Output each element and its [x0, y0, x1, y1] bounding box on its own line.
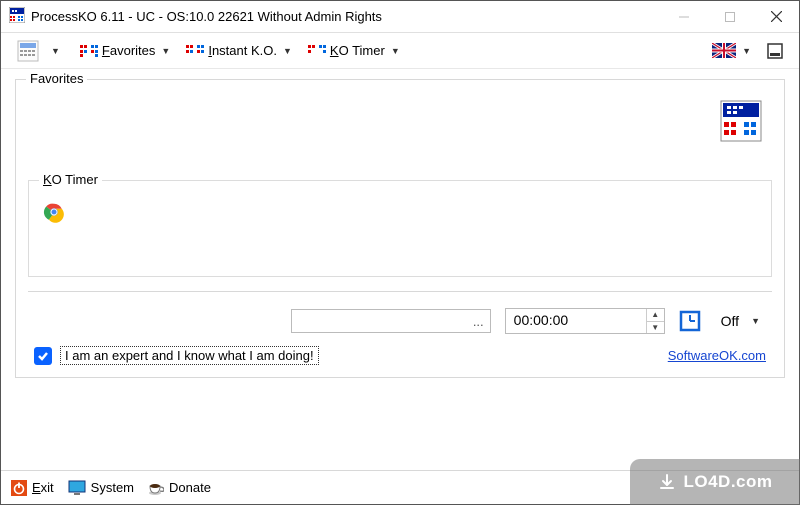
spin-down-button[interactable]: ▼	[647, 322, 664, 334]
ko-timer-label: KO Timer	[330, 43, 385, 58]
window-controls	[661, 1, 799, 33]
timer-controls: 00:00:00 ▲ ▼ Off ▼	[28, 308, 772, 334]
exit-button[interactable]: Exit	[11, 480, 54, 496]
processko-large-icon[interactable]	[720, 100, 762, 145]
expert-checkbox[interactable]	[34, 347, 52, 365]
minimize-button[interactable]	[661, 1, 707, 33]
titlebar: ProcessKO 6.11 - UC - OS:10.0 22621 With…	[1, 1, 799, 33]
ko-icon	[186, 45, 204, 57]
softwareok-link[interactable]: SoftwareOK.com	[668, 348, 766, 363]
ko-timer-legend: KO Timer	[39, 172, 102, 187]
close-button[interactable]	[753, 1, 799, 33]
time-value[interactable]: 00:00:00	[506, 309, 646, 333]
ko-icon	[80, 45, 98, 57]
watermark: LO4D.com	[630, 459, 800, 505]
ko-timer-group: KO Timer	[28, 180, 772, 277]
favorites-label: Favorites	[102, 43, 155, 58]
chevron-down-icon: ▼	[391, 46, 400, 56]
download-icon	[657, 472, 677, 492]
monitor-icon	[68, 480, 86, 496]
chevron-down-icon: ▼	[751, 316, 760, 326]
favorites-menu[interactable]: Favorites ▼	[74, 39, 176, 62]
chrome-icon[interactable]	[43, 201, 761, 226]
exit-label: Exit	[32, 480, 54, 495]
instant-ko-label: Instant K.O.	[208, 43, 277, 58]
timer-state-dropdown[interactable]: Off ▼	[715, 311, 766, 331]
uk-flag-icon	[712, 43, 736, 58]
app-window: ProcessKO 6.11 - UC - OS:10.0 22621 With…	[0, 0, 800, 505]
chevron-down-icon[interactable]: ▼	[51, 46, 60, 56]
maximize-button[interactable]	[707, 1, 753, 33]
toolbar: ▼ Favorites ▼ Instant K.O. ▼	[1, 33, 799, 69]
spin-up-button[interactable]: ▲	[647, 309, 664, 322]
language-button[interactable]: ▼	[706, 39, 757, 62]
instant-ko-menu[interactable]: Instant K.O. ▼	[180, 39, 298, 62]
separator	[28, 291, 772, 292]
app-icon	[9, 7, 25, 26]
tray-icon	[767, 43, 783, 59]
chevron-down-icon: ▼	[161, 46, 170, 56]
chevron-down-icon: ▼	[742, 46, 751, 56]
system-button[interactable]: System	[68, 480, 134, 496]
chevron-down-icon: ▼	[283, 46, 292, 56]
power-icon	[11, 480, 27, 496]
time-spinner[interactable]: 00:00:00 ▲ ▼	[505, 308, 665, 334]
system-label: System	[91, 480, 134, 495]
process-path-input[interactable]	[291, 309, 491, 333]
content-area: Favorites KO Timer	[1, 69, 799, 470]
clock-icon[interactable]	[679, 310, 701, 332]
donate-button[interactable]: Donate	[148, 480, 211, 496]
expert-label[interactable]: I am an expert and I know what I am doin…	[60, 346, 319, 365]
tray-button[interactable]	[761, 39, 789, 63]
expert-row: I am an expert and I know what I am doin…	[28, 346, 772, 365]
timer-state-label: Off	[721, 313, 739, 329]
favorites-list	[28, 98, 772, 170]
ko-icon	[308, 45, 326, 57]
main-menu-button[interactable]	[11, 36, 45, 66]
coffee-icon	[148, 480, 164, 496]
ko-timer-menu[interactable]: KO Timer ▼	[302, 39, 406, 62]
donate-label: Donate	[169, 480, 211, 495]
favorites-group: Favorites KO Timer	[15, 79, 785, 378]
window-title: ProcessKO 6.11 - UC - OS:10.0 22621 With…	[31, 9, 661, 24]
favorites-legend: Favorites	[26, 71, 87, 86]
